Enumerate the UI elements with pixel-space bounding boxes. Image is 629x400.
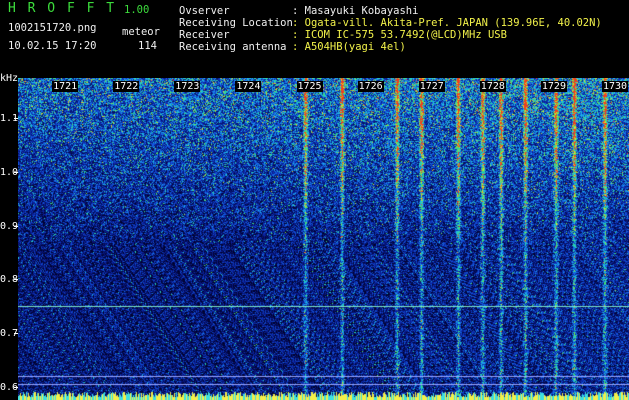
file-name: 1002151720.png <box>8 22 97 34</box>
app-version: 1.00 <box>124 4 150 16</box>
app-title: H R O F F T <box>8 1 117 16</box>
info-value-receiver: : ICOM IC-575 53.7492(@LCD)MHz USB <box>292 29 507 41</box>
info-label-location: Receiving Location <box>179 17 293 29</box>
y-axis-unit: kHz <box>0 73 19 84</box>
info-label-observer: Ovserver <box>179 5 230 17</box>
info-value-observer: : Masayuki Kobayashi <box>292 5 419 17</box>
x-tick-label: 1723 <box>174 81 201 92</box>
spectrogram-plot <box>18 78 629 400</box>
info-value-location: : Ogata-vill. Akita-Pref. JAPAN (139.96E… <box>292 17 602 29</box>
x-tick-label: 1726 <box>357 81 384 92</box>
x-tick-label: 1730 <box>602 81 629 92</box>
header-panel: H R O F F T 1.00 1002151720.png 10.02.15… <box>0 0 629 78</box>
x-tick-label: 1728 <box>479 81 506 92</box>
x-tick-label: 1725 <box>296 81 323 92</box>
x-tick-label: 1729 <box>540 81 567 92</box>
meteor-count: 114 <box>138 40 157 52</box>
x-tick-label: 1724 <box>235 81 262 92</box>
x-tick-label: 1727 <box>418 81 445 92</box>
info-label-receiver: Receiver <box>179 29 230 41</box>
x-tick-label: 1722 <box>113 81 140 92</box>
meteor-label: meteor <box>122 26 160 38</box>
capture-datetime: 10.02.15 17:20 <box>8 40 97 52</box>
info-label-antenna: Receiving antenna <box>179 41 287 53</box>
x-tick-label: 1721 <box>52 81 79 92</box>
info-value-antenna: : A504HB(yagi 4el) <box>292 41 406 53</box>
